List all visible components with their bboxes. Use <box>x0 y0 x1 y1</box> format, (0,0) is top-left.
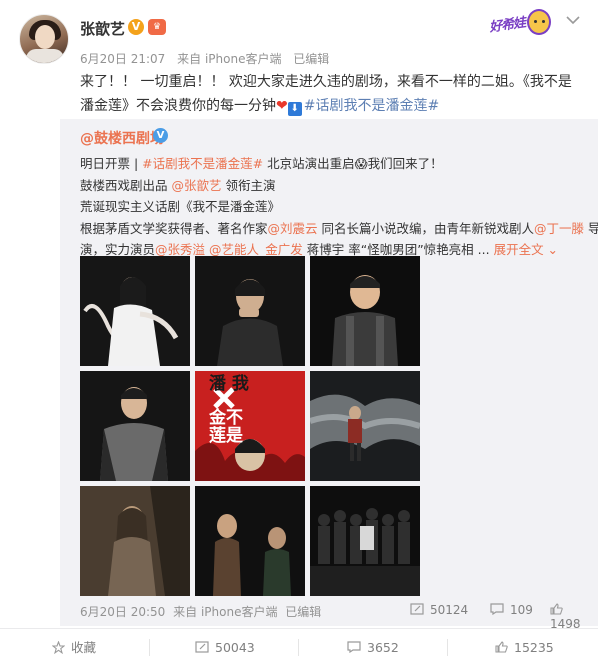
author-avatar[interactable] <box>19 14 69 64</box>
retweet-text: 明日开票 | <box>80 156 143 171</box>
haoxiwa-label: 好希娃 <box>488 15 527 36</box>
mention-link[interactable]: @丁一滕 <box>534 221 584 236</box>
retweet-text: 根据茅盾文学奖获得者、著名作家 <box>80 220 268 236</box>
retweet-body: 明日开票 | #话剧我不是潘金莲# 北京站演出重启😱我们回来了！ 鼓楼西戏剧出品… <box>80 153 598 261</box>
author-name[interactable]: 张歆艺 <box>80 18 125 39</box>
comment-count: 3652 <box>367 640 399 655</box>
haoxiwa-badge[interactable]: 好希娃 <box>488 9 553 39</box>
mascot-icon <box>527 9 551 35</box>
like-count: 15235 <box>514 640 554 655</box>
photo-thumbnail[interactable] <box>310 256 420 366</box>
comment-count: 109 <box>510 603 533 617</box>
divider <box>298 639 299 656</box>
retweet-text: 导 <box>588 220 598 236</box>
retweet-text: 我们回来了！ <box>367 156 443 171</box>
photo-thumbnail[interactable] <box>310 371 420 481</box>
repost-count: 50043 <box>215 640 255 655</box>
weibo-post-card: 张歆艺 V ♛ 好希娃 6月20日 21:07 来自 iPhone客户端 已编辑… <box>0 0 598 665</box>
photo-thumbnail[interactable] <box>80 486 190 596</box>
poster-title-char: 我 <box>231 374 249 394</box>
repost-icon <box>195 641 209 653</box>
scream-emoji: 😱 <box>354 156 368 171</box>
retweet-text: 鼓楼西戏剧出品 <box>80 177 172 193</box>
star-icon <box>52 641 65 654</box>
post-meta: 6月20日 21:07 来自 iPhone客户端 已编辑 <box>80 50 337 67</box>
expand-full-text-link[interactable]: 展开全文 ⌄ <box>494 242 558 257</box>
topic-link[interactable]: #话剧我不是潘金莲# <box>304 98 439 114</box>
retweet-edited[interactable]: 已编辑 <box>285 605 321 619</box>
repost-icon <box>410 603 424 615</box>
photo-thumbnail[interactable] <box>80 371 190 481</box>
topic-link[interactable]: #话剧我不是潘金莲# <box>142 156 263 171</box>
retweet-text: 荒诞现实主义话剧《我不是潘金莲》 <box>80 199 281 214</box>
retweet-time[interactable]: 6月20日 20:50 <box>80 605 165 619</box>
retweet-text: 演，实力演员 <box>80 242 156 257</box>
poster-title-char: 金 <box>209 408 226 428</box>
action-bar: 收藏 50043 3652 15235 <box>0 628 598 665</box>
vip-badge[interactable]: ♛ <box>148 19 166 35</box>
retweet-author[interactable]: @鼓楼西剧场 <box>80 128 164 148</box>
poster-thumbnail[interactable]: 潘 我 金不 莲是 <box>195 371 305 481</box>
post-source: 来自 iPhone客户端 <box>177 52 282 66</box>
mention-link[interactable]: @艺能人_金广发 <box>209 242 303 257</box>
post-time[interactable]: 6月20日 21:07 <box>80 52 165 66</box>
poster-title-char: 不 <box>226 408 243 428</box>
forwarded-post[interactable]: @鼓楼西剧场 V 明日开票 | #话剧我不是潘金莲# 北京站演出重启😱我们回来了… <box>60 119 598 631</box>
favorite-label: 收藏 <box>71 640 97 655</box>
post-text: 来了！！ 一切重启！！ 欢迎大家走进久违的剧场，来看不一样的二姐。《我不是潘金莲… <box>80 70 580 118</box>
poster-title-char: 莲 <box>209 426 226 446</box>
retweet-text: 蒋博宇 率“怪咖男团”惊艳亮相 ... <box>302 242 494 257</box>
retweet-source: 来自 iPhone客户端 <box>173 605 278 619</box>
repost-button[interactable]: 50043 <box>195 629 255 665</box>
poster-title-char: 潘 <box>209 374 226 394</box>
repost-count: 50124 <box>430 603 469 617</box>
retweet-meta: 6月20日 20:50 来自 iPhone客户端 已编辑 <box>80 603 321 620</box>
arrow-down-emoji: ⬇ <box>287 102 302 116</box>
mention-link[interactable]: @张秀溢 <box>155 242 205 257</box>
mention-link[interactable]: @刘震云 <box>268 221 318 236</box>
verified-badge[interactable]: V <box>128 19 144 35</box>
like-button[interactable]: 15235 <box>495 629 554 665</box>
mention-link[interactable]: @张歆艺 <box>171 178 221 193</box>
photo-thumbnail[interactable] <box>80 256 190 366</box>
verified-badge-blue[interactable]: V <box>153 128 168 143</box>
poster-title-char: 是 <box>226 426 243 446</box>
retweet-comment-stat[interactable]: 109 <box>490 603 533 617</box>
divider <box>447 639 448 656</box>
favorite-button[interactable]: 收藏 <box>52 629 96 665</box>
comment-icon <box>490 603 504 616</box>
thumbs-up-icon <box>495 641 508 653</box>
post-edited[interactable]: 已编辑 <box>293 52 329 66</box>
retweet-footer: 6月20日 20:50 来自 iPhone客户端 已编辑 50124 109 1… <box>80 603 581 631</box>
retweet-repost-stat[interactable]: 50124 <box>410 603 468 617</box>
comment-button[interactable]: 3652 <box>347 629 399 665</box>
retweet-text: 同名长篇小说改编，由青年新锐戏剧人 <box>317 220 535 236</box>
chevron-down-icon[interactable] <box>564 14 582 28</box>
divider <box>149 639 150 656</box>
retweet-text: 领衔主演 <box>221 177 276 193</box>
heart-emoji: ❤ <box>276 98 288 114</box>
photo-thumbnail[interactable] <box>310 486 420 596</box>
image-grid: 潘 我 金不 莲是 <box>80 256 421 597</box>
thumbs-up-icon <box>550 603 563 615</box>
retweet-like-stat[interactable]: 1498 <box>550 603 581 631</box>
photo-thumbnail[interactable] <box>195 486 305 596</box>
retweet-text: 北京站演出重启 <box>263 156 355 171</box>
comment-icon <box>347 641 361 653</box>
photo-thumbnail[interactable] <box>195 256 305 366</box>
